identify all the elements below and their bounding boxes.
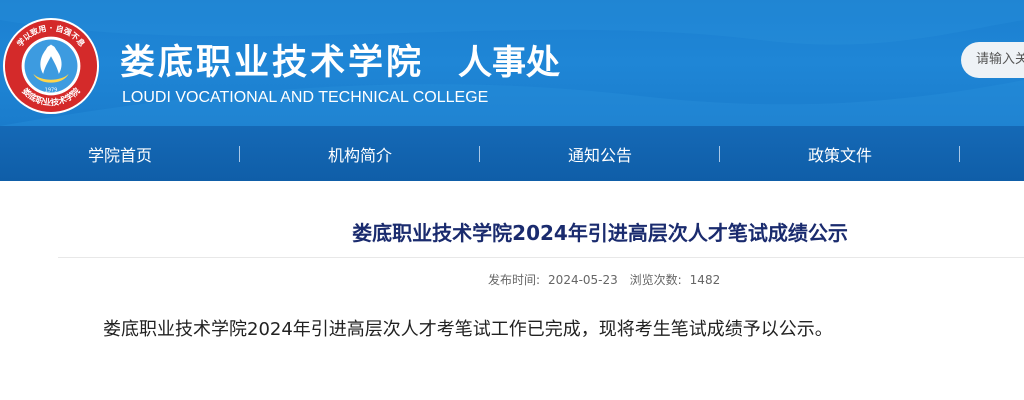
- publish-date: 2024-05-23: [548, 273, 618, 287]
- nav-item-label: 通知公告: [567, 145, 632, 165]
- nav-item-label: 学院首页: [87, 145, 152, 165]
- nav-item-label: 政策文件: [807, 145, 872, 165]
- article-body: 娄底职业技术学院2024年引进高层次人才考笔试工作已完成，现将考生笔试成绩予以公…: [103, 319, 833, 340]
- view-count-label: 浏览次数:: [629, 273, 682, 287]
- college-name: 娄底职业技术学院: [120, 42, 425, 83]
- article-meta: 发布时间: 2024-05-23 浏览次数: 1482: [488, 271, 728, 288]
- nav-separator: [959, 146, 960, 162]
- publish-date-label: 发布时间:: [488, 273, 541, 287]
- site-title: 娄底职业技术学院 人事处: [120, 34, 561, 83]
- college-logo[interactable]: 学以致用 · 自强不息 娄底职业技术学院 1979: [2, 17, 100, 115]
- nav-item-home[interactable]: 学院首页: [0, 126, 240, 181]
- search-input[interactable]: 请输入关键字: [961, 42, 1024, 78]
- logo-year: 1979: [45, 87, 57, 93]
- department-name: 人事处: [458, 43, 561, 83]
- main-nav: 学院首页 机构简介 通知公告 政策文件: [0, 126, 1024, 181]
- nav-item-policies[interactable]: 政策文件: [720, 126, 960, 181]
- search-placeholder: 请输入关键字: [976, 52, 1024, 67]
- nav-item-notices[interactable]: 通知公告: [480, 126, 720, 181]
- article-content: 娄底职业技术学院2024年引进高层次人才笔试成绩公示 发布时间: 2024-05-…: [0, 181, 1024, 400]
- view-count: 1482: [689, 273, 721, 287]
- article-title: 娄底职业技术学院2024年引进高层次人才笔试成绩公示: [352, 221, 848, 245]
- college-name-english: LOUDI VOCATIONAL AND TECHNICAL COLLEGE: [122, 89, 489, 106]
- site-header: 学以致用 · 自强不息 娄底职业技术学院 1979 娄底职业技术学院 人事处 L…: [0, 0, 1024, 126]
- title-divider: [58, 257, 1024, 258]
- nav-item-about[interactable]: 机构简介: [240, 126, 480, 181]
- nav-item-label: 机构简介: [327, 145, 392, 165]
